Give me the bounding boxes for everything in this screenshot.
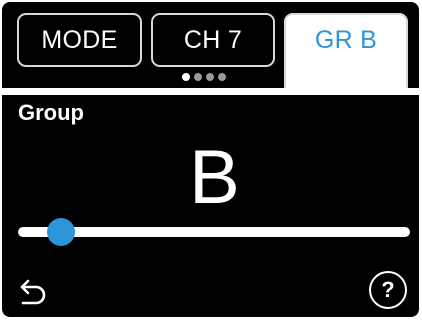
setting-label: Group xyxy=(18,100,84,125)
page-dot xyxy=(206,73,214,81)
tab-mode-label: MODE xyxy=(41,25,118,54)
back-arrow-icon xyxy=(20,279,46,305)
question-mark-icon: ? xyxy=(381,277,395,302)
page-dot xyxy=(182,73,190,81)
tab-mode[interactable]: MODE xyxy=(17,13,142,67)
page-dot xyxy=(218,73,226,81)
page-dot xyxy=(194,73,202,81)
help-button[interactable]: ? xyxy=(369,271,407,309)
active-tab-panel-strip xyxy=(2,88,419,95)
tab-channel[interactable]: CH 7 xyxy=(151,13,275,67)
tab-group[interactable]: GR B xyxy=(284,13,408,93)
back-button[interactable] xyxy=(16,274,50,308)
device-screen: MODE CH 7 GR B Group B ? xyxy=(2,2,419,317)
group-slider-track[interactable] xyxy=(18,227,410,237)
page-indicator xyxy=(182,73,226,81)
setting-value: B xyxy=(189,135,240,220)
tab-group-label: GR B xyxy=(314,26,378,54)
group-slider-thumb[interactable] xyxy=(47,218,76,246)
tab-channel-label: CH 7 xyxy=(183,25,243,54)
